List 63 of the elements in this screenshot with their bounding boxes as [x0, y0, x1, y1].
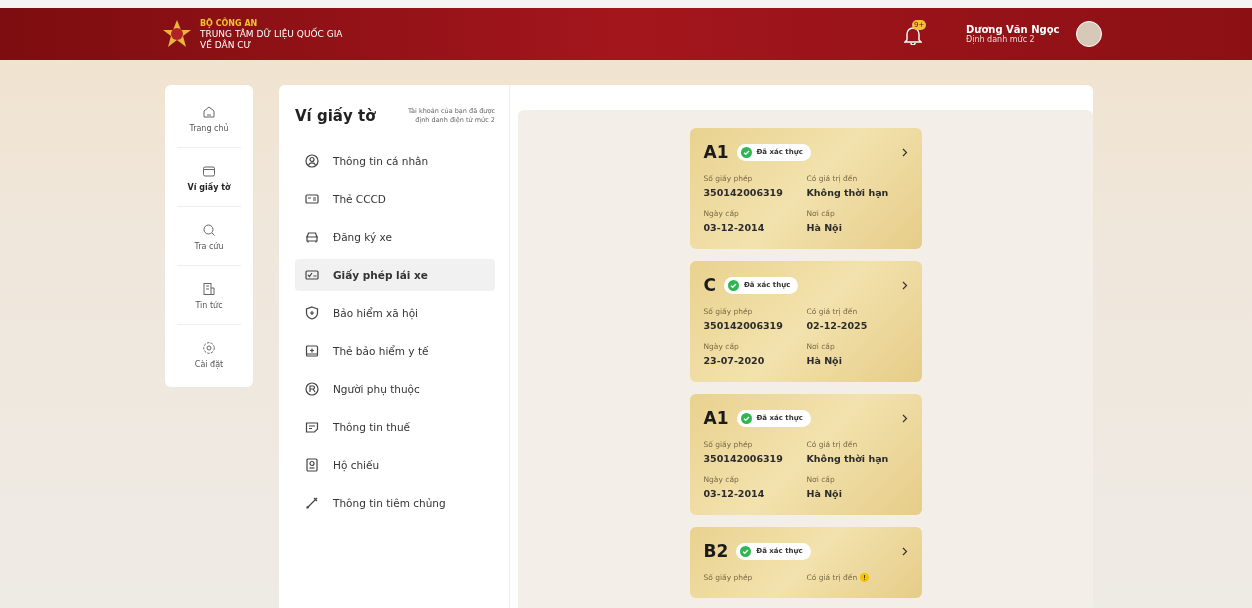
document-menu-item[interactable]: Thông tin cá nhân — [295, 145, 495, 177]
document-menu-item[interactable]: Đăng ký xe — [295, 221, 495, 253]
document-menu-item[interactable]: Người phụ thuộc — [295, 373, 495, 405]
license-number: 350142006319 — [703, 453, 784, 464]
expiry-date: Không thời hạn — [806, 453, 890, 464]
check-icon — [728, 279, 739, 291]
passport-icon — [305, 458, 319, 472]
chevron-right-icon — [901, 280, 908, 290]
issue-place: Hà Nội — [806, 488, 843, 499]
search-icon — [202, 223, 216, 237]
news-icon — [202, 282, 216, 296]
agency-name: BỘ CÔNG AN — [200, 17, 259, 28]
document-menu-item[interactable]: Bảo hiểm xã hội — [295, 297, 495, 329]
syringe-icon — [305, 496, 319, 510]
note-icon — [305, 420, 319, 434]
person-icon — [305, 154, 319, 168]
bell-icon — [904, 25, 922, 45]
car-icon — [305, 230, 319, 244]
id-card-icon — [305, 192, 319, 206]
person-circle-icon — [305, 382, 319, 396]
nav-item[interactable]: Tra cứu — [177, 207, 241, 266]
chevron-right-icon — [901, 147, 908, 157]
user-level: Định danh mức 2 — [966, 35, 1035, 44]
star-emblem-icon — [162, 19, 192, 49]
document-menu-item[interactable]: Giấy phép lái xe — [295, 259, 495, 291]
document-menu-item[interactable]: Hộ chiếu — [295, 449, 495, 481]
issue-place: Hà Nội — [806, 222, 843, 233]
document-menu-item[interactable]: Thẻ bảo hiểm y tế — [295, 335, 495, 367]
document-menu-item[interactable]: Thông tin thuế — [295, 411, 495, 443]
license-number: 350142006319 — [703, 320, 784, 331]
check-icon — [740, 146, 752, 158]
expiry-date: 02-12-2025 — [806, 320, 869, 331]
license-number: 350142006319 — [703, 187, 784, 198]
nav-item[interactable]: Trang chủ — [177, 89, 241, 148]
license-class: A1 — [703, 142, 729, 162]
issue-date: 03-12-2014 — [703, 488, 766, 499]
center-name: TRUNG TÂM DỮ LIỆU QUỐC GIA — [200, 28, 343, 39]
wallet-title: Ví giấy tờ — [295, 107, 376, 125]
license-class: C — [703, 275, 716, 295]
avatar[interactable] — [1076, 21, 1102, 47]
issue-date: 03-12-2014 — [703, 222, 766, 233]
document-menu-item[interactable]: Thông tin tiêm chủng — [295, 487, 495, 519]
license-class: A1 — [703, 408, 729, 428]
license-card-icon — [305, 268, 319, 282]
wallet-icon — [202, 164, 216, 178]
center-name: VỀ DÂN CƯ — [200, 39, 253, 51]
expiry-date: Không thời hạn — [806, 187, 890, 198]
settings-icon — [202, 341, 216, 355]
shield-icon — [305, 306, 319, 320]
check-icon — [740, 545, 752, 557]
chevron-right-icon — [901, 413, 908, 423]
license-class: B2 — [703, 541, 729, 561]
nav-item[interactable]: Cài đặt — [177, 325, 241, 383]
user-name: Dương Văn Ngọc — [966, 24, 1061, 35]
home-icon — [202, 105, 216, 119]
chevron-right-icon — [901, 546, 908, 556]
medical-card-icon — [305, 344, 319, 358]
issue-date: 23-07-2020 — [703, 355, 766, 366]
issue-place: Hà Nội — [806, 355, 843, 366]
nav-item[interactable]: Tin tức — [177, 266, 241, 325]
document-menu-item[interactable]: Thẻ CCCD — [295, 183, 495, 215]
check-icon — [740, 412, 752, 424]
nav-item[interactable]: Ví giấy tờ — [177, 148, 241, 207]
